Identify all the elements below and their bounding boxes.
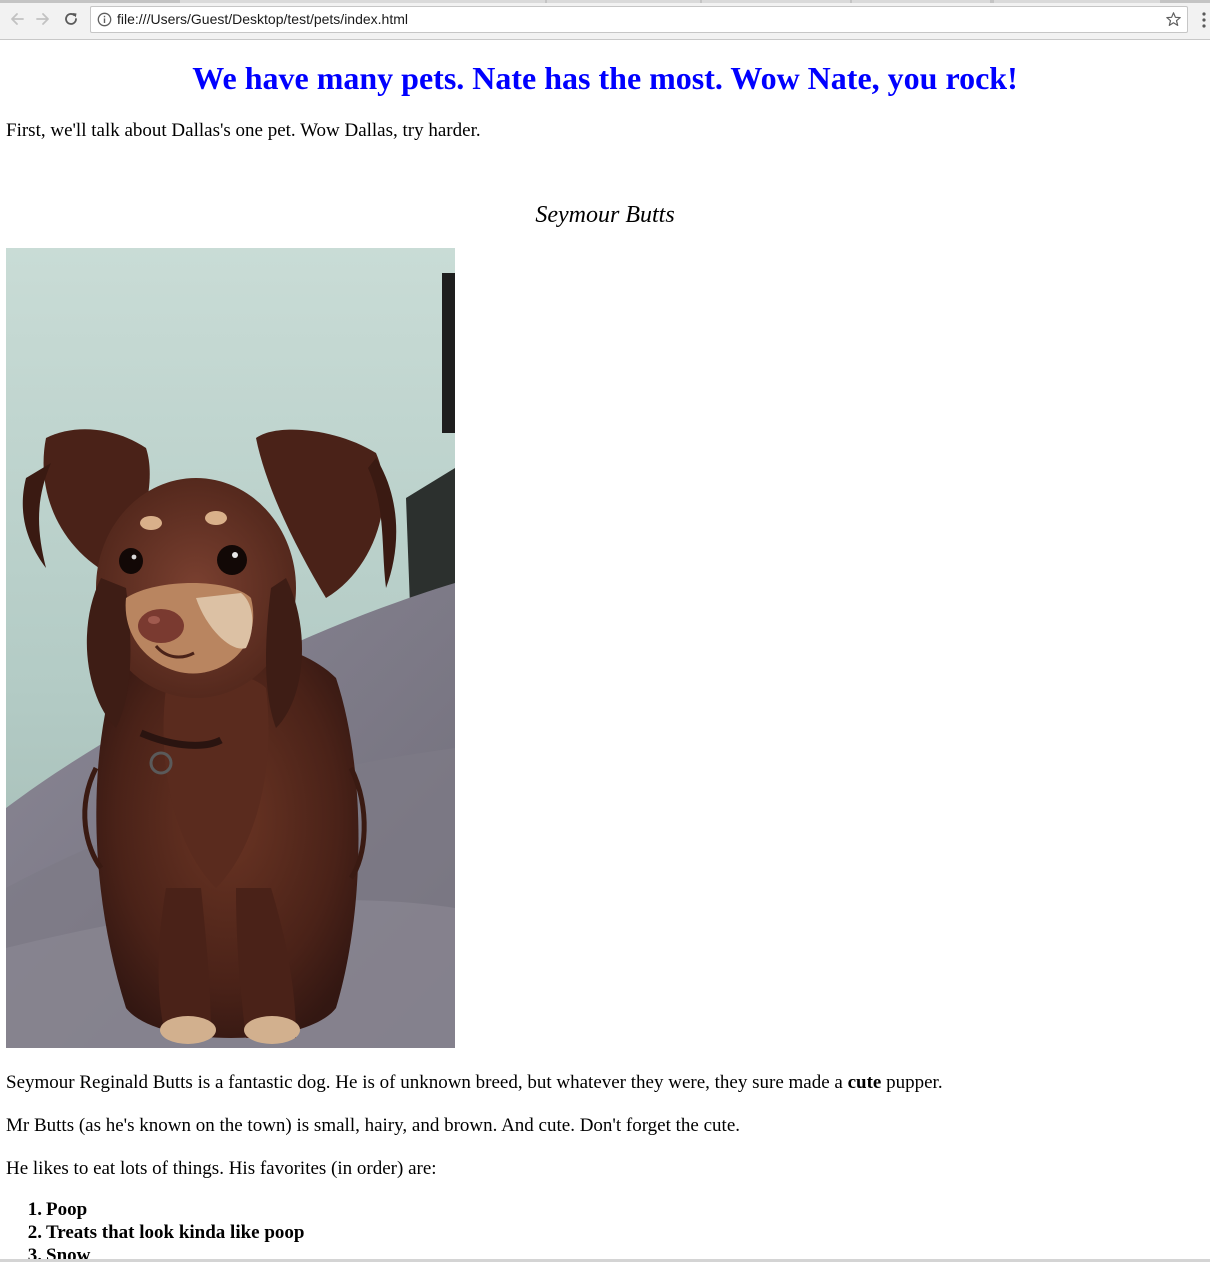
favorites-list: 1. Poop 2. Treats that look kinda like poo… (0, 1198, 305, 1259)
tab-divider (990, 0, 994, 3)
list-number: 2. (27, 1222, 42, 1243)
address-bar[interactable]: file:///Users/Guest/Desktop/test/pets/in… (90, 6, 1188, 33)
list-item: 2. Treats that look kinda like poop (0, 1221, 305, 1244)
favorites-intro: He likes to eat lots of things. His favo… (6, 1158, 437, 1179)
tab-edge[interactable] (1160, 0, 1210, 3)
intro-paragraph: First, we'll talk about Dallas's one pet… (6, 120, 481, 141)
description-text: Seymour Reginald Butts is a fantastic do… (6, 1072, 848, 1093)
page-title: We have many pets. Nate has the most. Wo… (192, 60, 1018, 96)
list-number: 3. (27, 1245, 42, 1259)
list-label: Poop (46, 1199, 88, 1220)
reload-icon[interactable] (61, 9, 81, 29)
dog-photo (6, 248, 455, 1048)
star-icon[interactable] (1165, 11, 1182, 28)
list-item: 3. Snow (0, 1244, 305, 1259)
tab-edge[interactable] (0, 0, 180, 3)
back-arrow-icon[interactable] (7, 9, 27, 29)
tab-divider (850, 0, 852, 3)
page-viewport[interactable]: We have many pets. Nate has the most. Wo… (0, 41, 1210, 1259)
tab-divider (545, 0, 547, 3)
list-label: Snow (46, 1245, 91, 1259)
forward-arrow-icon[interactable] (33, 9, 53, 29)
appearance-paragraph: Mr Butts (as he's known on the town) is … (6, 1115, 741, 1136)
list-item: 1. Poop (0, 1198, 305, 1221)
url-text[interactable]: file:///Users/Guest/Desktop/test/pets/in… (117, 11, 408, 27)
list-number: 1. (27, 1199, 42, 1220)
description-paragraph: Seymour Reginald Butts is a fantastic do… (6, 1071, 943, 1095)
description-end: pupper. (881, 1072, 943, 1093)
pet-name-heading: Seymour Butts (535, 202, 675, 228)
kebab-menu-icon[interactable] (1200, 11, 1208, 29)
info-icon[interactable] (97, 12, 112, 27)
browser-toolbar: file:///Users/Guest/Desktop/test/pets/in… (0, 0, 1210, 40)
tab-strip-edge (0, 0, 1210, 3)
cute-emphasis: cute (847, 1072, 882, 1093)
tab-divider (700, 0, 702, 3)
list-label: Treats that look kinda like poop (46, 1222, 305, 1243)
